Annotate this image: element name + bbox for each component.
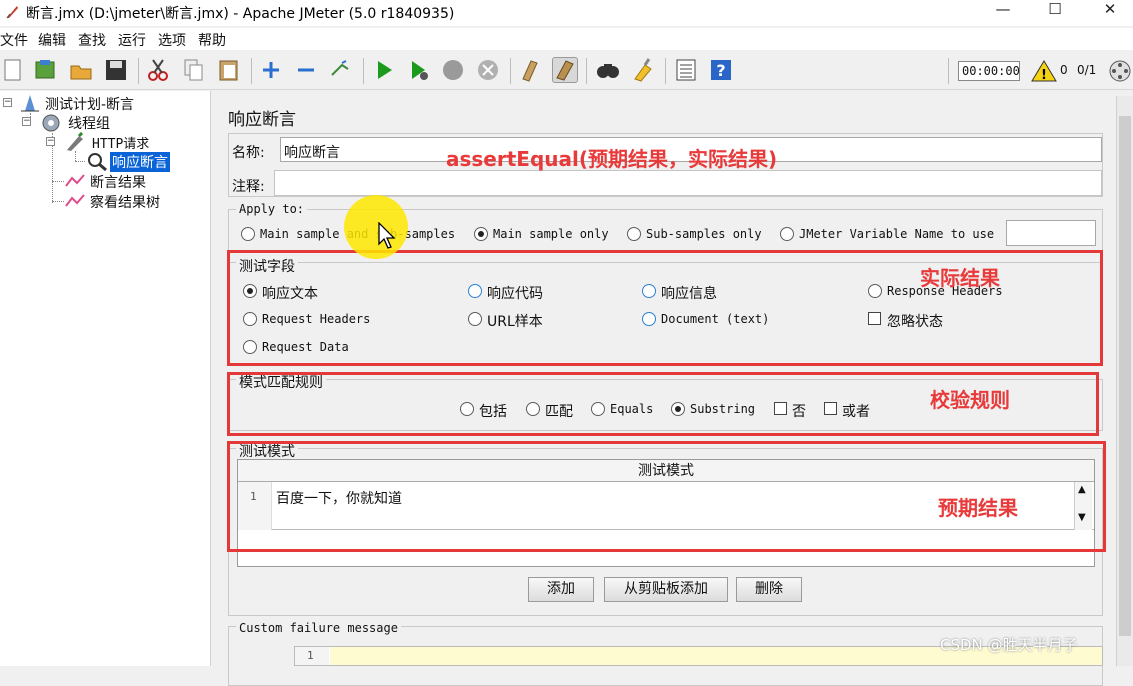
panel-scrollbar[interactable] bbox=[1116, 96, 1133, 666]
apply-main-and-sub-radio[interactable] bbox=[241, 227, 255, 241]
name-label: 名称: bbox=[232, 145, 265, 161]
toolbar-separator bbox=[510, 58, 511, 84]
clear-icon[interactable] bbox=[517, 57, 543, 83]
custom-failure-line-number: 1 bbox=[307, 649, 314, 662]
minimize-button[interactable]: — bbox=[980, 0, 1026, 22]
start-no-pause-icon[interactable] bbox=[406, 57, 432, 83]
panel-title: 响应断言 bbox=[228, 110, 296, 130]
menu-run[interactable]: 运行 bbox=[118, 30, 146, 50]
shutdown-icon[interactable] bbox=[475, 57, 501, 83]
jmeter-variable-input[interactable] bbox=[1006, 220, 1096, 246]
menu-help[interactable]: 帮助 bbox=[198, 30, 226, 50]
cursor-highlight bbox=[344, 195, 408, 259]
apply-to-title: Apply to: bbox=[236, 202, 308, 216]
menu-edit[interactable]: 编辑 bbox=[38, 30, 66, 50]
jmeter-feather-icon bbox=[6, 6, 18, 19]
collapse-icon[interactable] bbox=[293, 57, 319, 83]
title-bar: 断言.jmx (D:\jmeter\断言.jmx) - Apache JMete… bbox=[0, 0, 1133, 26]
menu-bar: 文件 编辑 查找 运行 选项 帮助 bbox=[0, 28, 1133, 50]
tree-item-thread-group[interactable]: 线程组 bbox=[68, 113, 110, 133]
warning-icon[interactable]: ! bbox=[1031, 59, 1057, 83]
listener-graph-icon bbox=[65, 194, 85, 207]
templates-icon[interactable] bbox=[32, 57, 58, 83]
menu-file[interactable]: 文件 bbox=[0, 30, 28, 50]
tree-expander[interactable]: − bbox=[3, 98, 12, 107]
comment-field[interactable] bbox=[274, 170, 1102, 196]
save-icon[interactable] bbox=[103, 57, 129, 83]
svg-text:?: ? bbox=[716, 61, 725, 80]
test-plan-tree: − 测试计划-断言 − 线程组 − HTTP请求 响应断言 断言结果 察看结果树 bbox=[0, 91, 211, 666]
tree-item-test-plan[interactable]: 测试计划-断言 bbox=[45, 94, 134, 114]
custom-failure-title: Custom failure message bbox=[236, 621, 401, 635]
pipette-icon bbox=[67, 132, 84, 151]
mouse-pointer-icon bbox=[378, 222, 396, 249]
name-value: 响应断言 bbox=[284, 145, 340, 161]
tree-item-http-request[interactable]: HTTP请求 bbox=[92, 133, 149, 152]
add-button[interactable]: 添加 bbox=[528, 577, 594, 602]
toggle-icon[interactable] bbox=[328, 57, 354, 83]
active-threads: 0/1 bbox=[1077, 63, 1097, 77]
warning-count: 0 bbox=[1060, 63, 1068, 77]
tree-item-response-assertion[interactable]: 响应断言 bbox=[110, 152, 170, 172]
delete-button[interactable]: 删除 bbox=[736, 577, 802, 602]
apply-sub-only-label: Sub-samples only bbox=[646, 227, 762, 241]
clear-all-icon[interactable] bbox=[552, 57, 578, 83]
copy-icon[interactable] bbox=[181, 57, 207, 83]
annotation-rule: 校验规则 bbox=[930, 388, 1010, 412]
annotation-expected-result: 预期结果 bbox=[938, 496, 1018, 520]
add-from-clipboard-button[interactable]: 从剪贴板添加 bbox=[604, 577, 728, 602]
apply-jmeter-var-radio[interactable] bbox=[780, 227, 794, 241]
apply-main-only-label: Main sample only bbox=[493, 227, 609, 241]
reset-search-icon[interactable] bbox=[630, 57, 656, 83]
remote-status-icon bbox=[1109, 60, 1131, 82]
gear-icon bbox=[42, 114, 60, 132]
comment-label: 注释: bbox=[232, 179, 265, 195]
tree-expander[interactable]: − bbox=[46, 137, 55, 146]
apply-jmeter-var-label: JMeter Variable Name to use bbox=[799, 227, 995, 241]
start-icon[interactable] bbox=[371, 57, 397, 83]
menu-search[interactable]: 查找 bbox=[78, 30, 106, 50]
test-plan-icon bbox=[21, 95, 39, 112]
cut-icon[interactable] bbox=[145, 57, 171, 83]
function-helper-icon[interactable] bbox=[673, 57, 699, 83]
apply-sub-only-radio[interactable] bbox=[627, 227, 641, 241]
annotation-assert-equal: assertEqual(预期结果，实际结果) bbox=[446, 147, 778, 171]
toolbar-separator bbox=[363, 58, 364, 84]
open-icon[interactable] bbox=[68, 57, 94, 83]
elapsed-timer: 00:00:00 bbox=[958, 61, 1020, 81]
toolbar-separator bbox=[665, 58, 666, 84]
magnifier-icon bbox=[88, 153, 107, 171]
toolbar-separator bbox=[586, 58, 587, 84]
paste-icon[interactable] bbox=[216, 57, 242, 83]
help-icon[interactable]: ? bbox=[708, 57, 734, 83]
toolbar-separator bbox=[948, 58, 949, 84]
tree-item-assertion-results[interactable]: 断言结果 bbox=[90, 172, 146, 192]
menu-options[interactable]: 选项 bbox=[158, 30, 186, 50]
watermark: CSDN @胜天半月子 bbox=[940, 636, 1078, 654]
annotation-actual-result: 实际结果 bbox=[920, 266, 1000, 290]
search-icon[interactable] bbox=[595, 57, 621, 83]
toolbar-separator bbox=[251, 58, 252, 84]
listener-graph-icon bbox=[65, 174, 85, 187]
svg-text:!: ! bbox=[1041, 68, 1047, 83]
window-title: 断言.jmx (D:\jmeter\断言.jmx) - Apache JMete… bbox=[26, 6, 455, 22]
expand-icon[interactable] bbox=[258, 57, 284, 83]
apply-main-only-radio[interactable] bbox=[474, 227, 488, 241]
tree-item-view-results-tree[interactable]: 察看结果树 bbox=[90, 192, 160, 212]
maximize-button[interactable]: ☐ bbox=[1032, 0, 1078, 22]
close-button[interactable]: ✕ bbox=[1087, 0, 1133, 22]
tree-expander[interactable]: − bbox=[22, 117, 31, 126]
toolbar-separator bbox=[138, 58, 139, 84]
new-icon[interactable] bbox=[0, 57, 26, 83]
stop-icon[interactable] bbox=[440, 57, 466, 83]
